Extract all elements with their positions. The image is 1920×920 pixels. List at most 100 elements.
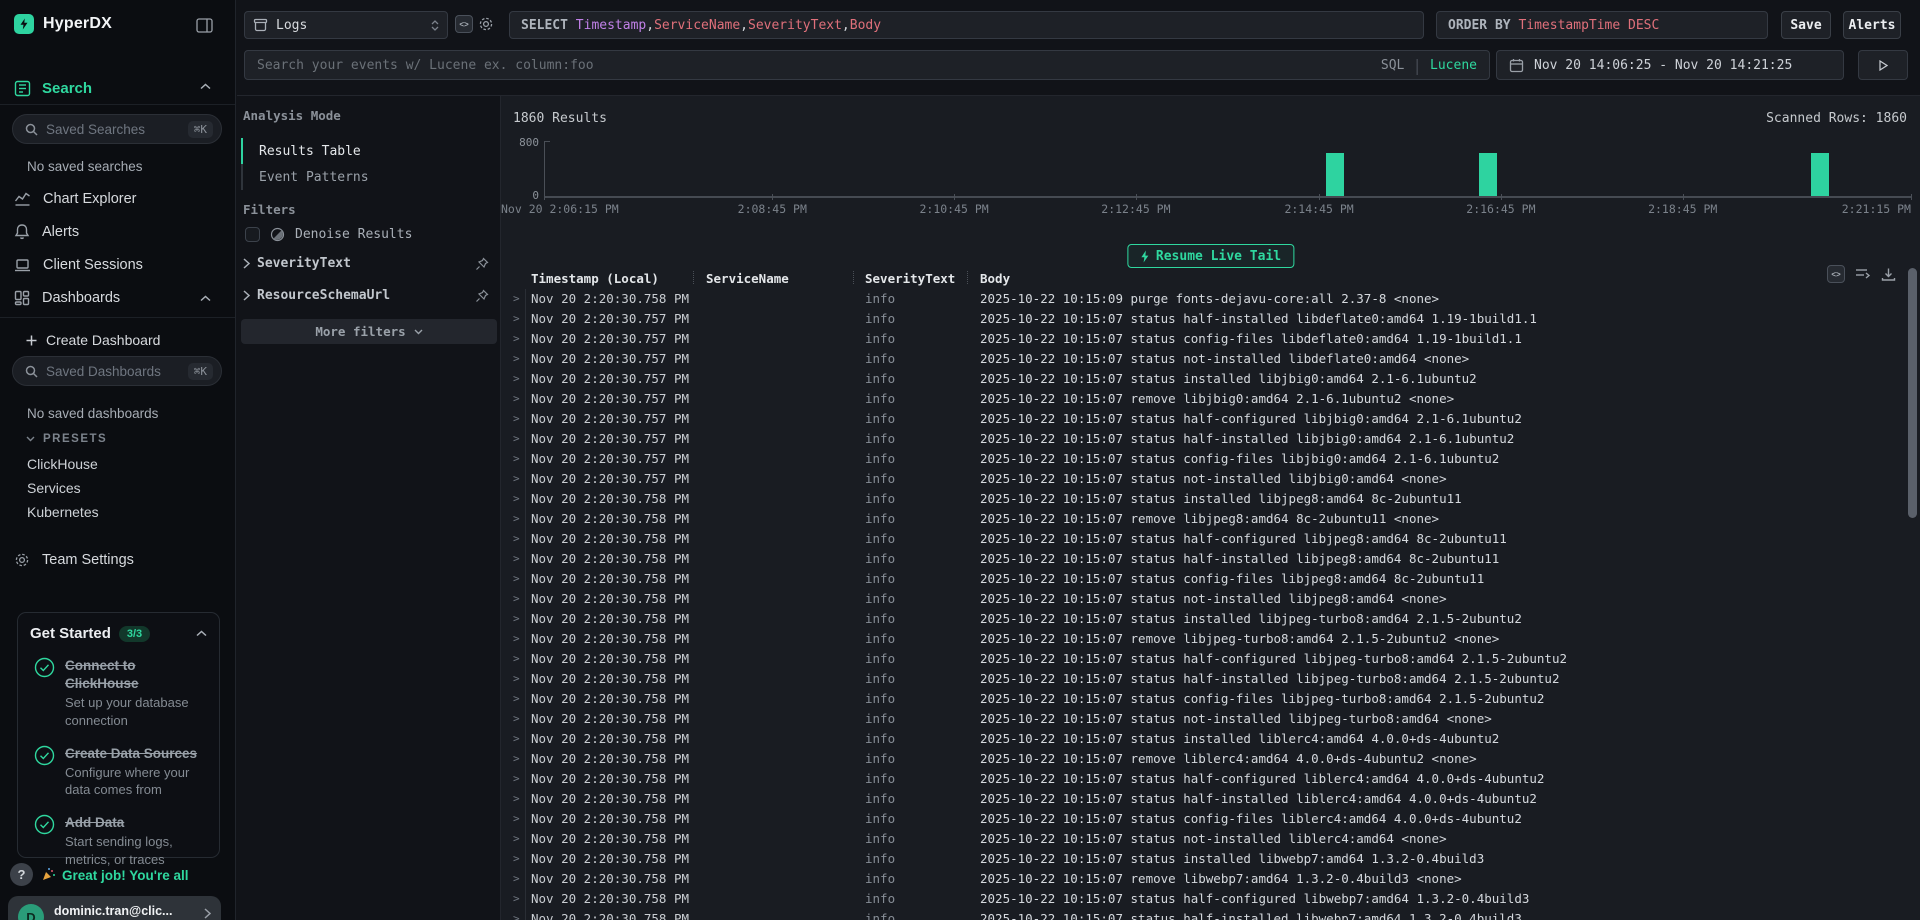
log-row[interactable]: >Nov 20 2:20:30.758 PMinfo2025-10-22 10:…	[501, 569, 1920, 589]
log-row[interactable]: >Nov 20 2:20:30.758 PMinfo2025-10-22 10:…	[501, 909, 1920, 920]
log-row[interactable]: >Nov 20 2:20:30.758 PMinfo2025-10-22 10:…	[501, 669, 1920, 689]
row-expand-chevron-icon[interactable]: >	[513, 729, 520, 749]
preset-kubernetes[interactable]: Kubernetes	[27, 504, 99, 520]
row-expand-chevron-icon[interactable]: >	[513, 749, 520, 769]
row-expand-chevron-icon[interactable]: >	[513, 809, 520, 829]
row-expand-chevron-icon[interactable]: >	[513, 289, 520, 309]
mode-results-table[interactable]: Results Table	[241, 138, 491, 164]
denoise-checkbox[interactable]	[245, 227, 260, 242]
log-row[interactable]: >Nov 20 2:20:30.757 PMinfo2025-10-22 10:…	[501, 469, 1920, 489]
log-row[interactable]: >Nov 20 2:20:30.758 PMinfo2025-10-22 10:…	[501, 649, 1920, 669]
log-row[interactable]: >Nov 20 2:20:30.757 PMinfo2025-10-22 10:…	[501, 429, 1920, 449]
log-row[interactable]: >Nov 20 2:20:30.758 PMinfo2025-10-22 10:…	[501, 509, 1920, 529]
row-expand-chevron-icon[interactable]: >	[513, 389, 520, 409]
col-header-body[interactable]: Body	[980, 271, 1010, 286]
more-filters-button[interactable]: More filters	[241, 319, 497, 344]
vertical-scrollbar[interactable]	[1908, 268, 1917, 518]
row-expand-chevron-icon[interactable]: >	[513, 709, 520, 729]
log-row[interactable]: >Nov 20 2:20:30.758 PMinfo2025-10-22 10:…	[501, 849, 1920, 869]
source-settings-gear-icon[interactable]	[477, 15, 495, 33]
log-row[interactable]: >Nov 20 2:20:30.758 PMinfo2025-10-22 10:…	[501, 889, 1920, 909]
row-expand-chevron-icon[interactable]: >	[513, 609, 520, 629]
row-expand-chevron-icon[interactable]: >	[513, 409, 520, 429]
log-row[interactable]: >Nov 20 2:20:30.758 PMinfo2025-10-22 10:…	[501, 529, 1920, 549]
row-expand-chevron-icon[interactable]: >	[513, 849, 520, 869]
row-expand-chevron-icon[interactable]: >	[513, 909, 520, 920]
preset-clickhouse[interactable]: ClickHouse	[27, 456, 98, 472]
saved-dashboards-input[interactable]: Saved Dashboards ⌘K	[12, 356, 222, 386]
log-row[interactable]: >Nov 20 2:20:30.758 PMinfo2025-10-22 10:…	[501, 829, 1920, 849]
get-started-step-add-data[interactable]: Add Data Start sending logs, metrics, or…	[30, 814, 207, 868]
row-expand-chevron-icon[interactable]: >	[513, 629, 520, 649]
row-expand-chevron-icon[interactable]: >	[513, 669, 520, 689]
row-expand-chevron-icon[interactable]: >	[513, 369, 520, 389]
sidebar-item-search[interactable]: Search	[14, 80, 92, 97]
log-row[interactable]: >Nov 20 2:20:30.757 PMinfo2025-10-22 10:…	[501, 349, 1920, 369]
log-row[interactable]: >Nov 20 2:20:30.758 PMinfo2025-10-22 10:…	[501, 629, 1920, 649]
row-expand-chevron-icon[interactable]: >	[513, 569, 520, 589]
log-row[interactable]: >Nov 20 2:20:30.758 PMinfo2025-10-22 10:…	[501, 789, 1920, 809]
pin-icon[interactable]	[475, 257, 489, 271]
row-expand-chevron-icon[interactable]: >	[513, 349, 520, 369]
order-by-input[interactable]: ORDER BY TimestampTime DESC	[1436, 11, 1768, 39]
chevron-up-icon[interactable]	[200, 295, 211, 302]
log-row[interactable]: >Nov 20 2:20:30.757 PMinfo2025-10-22 10:…	[501, 329, 1920, 349]
time-range-picker[interactable]: Nov 20 14:06:25 - Nov 20 14:21:25	[1496, 50, 1844, 80]
sidebar-item-chart-explorer[interactable]: Chart Explorer	[14, 190, 136, 207]
user-menu[interactable]: D dominic.tran@clic... dominic.tran@clic…	[8, 896, 221, 920]
log-row[interactable]: >Nov 20 2:20:30.758 PMinfo2025-10-22 10:…	[501, 289, 1920, 309]
row-expand-chevron-icon[interactable]: >	[513, 329, 520, 349]
create-dashboard-button[interactable]: Create Dashboard	[26, 332, 160, 348]
log-row[interactable]: >Nov 20 2:20:30.757 PMinfo2025-10-22 10:…	[501, 389, 1920, 409]
log-row[interactable]: >Nov 20 2:20:30.758 PMinfo2025-10-22 10:…	[501, 589, 1920, 609]
col-header-servicename[interactable]: ServiceName	[706, 271, 789, 286]
row-expand-chevron-icon[interactable]: >	[513, 829, 520, 849]
source-code-view-button[interactable]: <>	[455, 15, 473, 33]
denoise-results-toggle[interactable]: Denoise Results	[245, 227, 412, 242]
log-row[interactable]: >Nov 20 2:20:30.757 PMinfo2025-10-22 10:…	[501, 309, 1920, 329]
get-started-step-connect[interactable]: Connect to ClickHouse Set up your databa…	[30, 657, 207, 730]
log-row[interactable]: >Nov 20 2:20:30.758 PMinfo2025-10-22 10:…	[501, 769, 1920, 789]
log-row[interactable]: >Nov 20 2:20:30.758 PMinfo2025-10-22 10:…	[501, 609, 1920, 629]
row-expand-chevron-icon[interactable]: >	[513, 789, 520, 809]
log-row[interactable]: >Nov 20 2:20:30.758 PMinfo2025-10-22 10:…	[501, 749, 1920, 769]
select-columns-input[interactable]: SELECT Timestamp,ServiceName,SeverityTex…	[509, 11, 1424, 39]
saved-searches-input[interactable]: Saved Searches ⌘K	[12, 114, 222, 144]
chevron-up-icon[interactable]	[200, 83, 211, 90]
chevron-up-icon[interactable]	[196, 630, 207, 637]
presets-toggle[interactable]: PRESETS	[26, 433, 107, 445]
row-expand-chevron-icon[interactable]: >	[513, 589, 520, 609]
alerts-button[interactable]: Alerts	[1843, 11, 1901, 39]
sidebar-item-dashboards[interactable]: Dashboards	[14, 290, 120, 306]
event-search-input[interactable]: Search your events w/ Lucene ex. column:…	[244, 50, 1490, 80]
log-row[interactable]: >Nov 20 2:20:30.758 PMinfo2025-10-22 10:…	[501, 489, 1920, 509]
log-row[interactable]: >Nov 20 2:20:30.758 PMinfo2025-10-22 10:…	[501, 549, 1920, 569]
log-row[interactable]: >Nov 20 2:20:30.758 PMinfo2025-10-22 10:…	[501, 689, 1920, 709]
row-expand-chevron-icon[interactable]: >	[513, 469, 520, 489]
row-expand-chevron-icon[interactable]: >	[513, 489, 520, 509]
log-row[interactable]: >Nov 20 2:20:30.757 PMinfo2025-10-22 10:…	[501, 409, 1920, 429]
log-row[interactable]: >Nov 20 2:20:30.757 PMinfo2025-10-22 10:…	[501, 449, 1920, 469]
get-started-step-sources[interactable]: Create Data Sources Configure where your…	[30, 745, 207, 799]
log-row[interactable]: >Nov 20 2:20:30.758 PMinfo2025-10-22 10:…	[501, 809, 1920, 829]
help-button[interactable]: ?	[10, 863, 33, 886]
row-expand-chevron-icon[interactable]: >	[513, 869, 520, 889]
row-expand-chevron-icon[interactable]: >	[513, 429, 520, 449]
filter-group-severitytext[interactable]: SeverityText	[243, 256, 493, 271]
row-expand-chevron-icon[interactable]: >	[513, 529, 520, 549]
row-expand-chevron-icon[interactable]: >	[513, 309, 520, 329]
row-expand-chevron-icon[interactable]: >	[513, 449, 520, 469]
mode-event-patterns[interactable]: Event Patterns	[241, 164, 491, 190]
sidebar-item-team-settings[interactable]: Team Settings	[14, 552, 134, 568]
row-expand-chevron-icon[interactable]: >	[513, 769, 520, 789]
pin-icon[interactable]	[475, 289, 489, 303]
col-header-severitytext[interactable]: SeverityText	[865, 271, 955, 286]
row-expand-chevron-icon[interactable]: >	[513, 889, 520, 909]
filter-group-resourceschemaurl[interactable]: ResourceSchemaUrl	[243, 288, 493, 303]
log-row[interactable]: >Nov 20 2:20:30.758 PMinfo2025-10-22 10:…	[501, 729, 1920, 749]
save-button[interactable]: Save	[1781, 11, 1831, 39]
resume-live-tail-button[interactable]: Resume Live Tail	[1127, 244, 1294, 268]
language-toggle-sql[interactable]: SQL	[1381, 58, 1404, 73]
preset-services[interactable]: Services	[27, 480, 81, 496]
run-query-button[interactable]	[1858, 50, 1908, 80]
